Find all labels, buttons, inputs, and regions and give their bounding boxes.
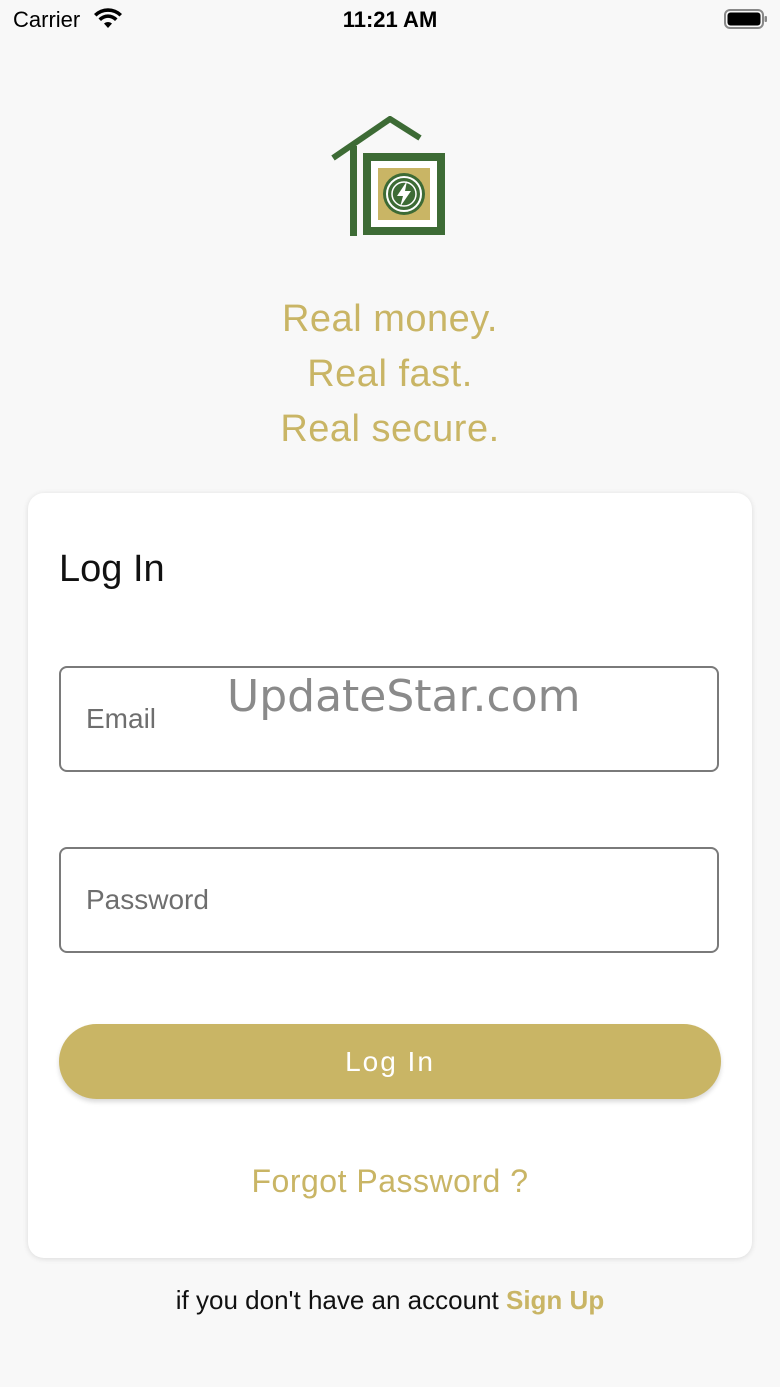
signup-prompt-text: if you don't have an account: [175, 1285, 499, 1315]
login-card: Log In Log In Forgot Password ?: [28, 493, 752, 1258]
app-logo: [331, 116, 445, 236]
battery-icon: [724, 9, 767, 29]
password-input[interactable]: [61, 849, 717, 951]
clock: 11:21 AM: [342, 7, 438, 32]
forgot-password-link[interactable]: Forgot Password ?: [28, 1163, 752, 1200]
email-input[interactable]: [61, 668, 717, 770]
email-field-wrapper: [59, 666, 719, 772]
tagline-line-1: Real money.: [281, 298, 498, 340]
signup-link[interactable]: Sign Up: [506, 1285, 604, 1315]
status-bar: Carrier 11:21 AM: [0, 0, 780, 40]
login-title: Log In: [59, 548, 165, 590]
tagline-line-3: Real secure.: [280, 408, 500, 450]
tagline: Real money. Real fast. Real secure.: [0, 292, 780, 457]
tagline-line-2: Real fast.: [307, 353, 473, 395]
signup-prompt: if you don't have an account Sign Up: [0, 1285, 780, 1316]
login-button[interactable]: Log In: [59, 1024, 721, 1099]
password-field-wrapper: [59, 847, 719, 953]
